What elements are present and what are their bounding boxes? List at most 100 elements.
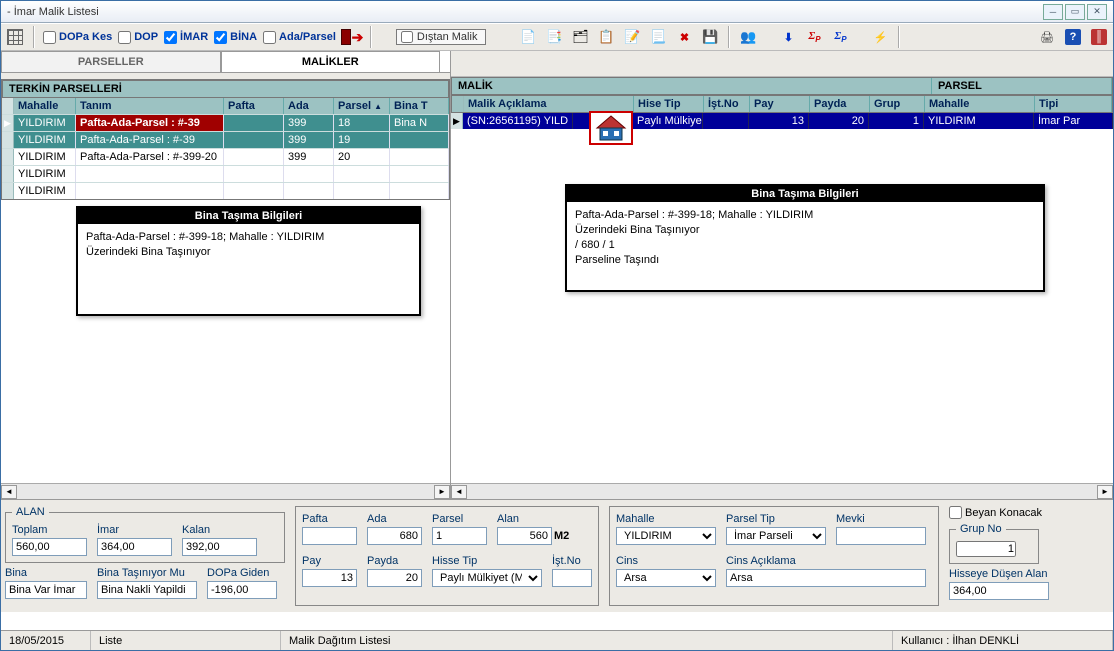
input-alan[interactable] [497,527,552,545]
input-istno[interactable] [552,569,592,587]
scroll-left-icon[interactable]: ◄ [451,485,467,499]
input-ada[interactable] [367,527,422,545]
right-grid-row[interactable]: ▶ (SN:26561195) YILD esi 3 Paylı Mülkiye… [451,113,1113,129]
tool-icon-3[interactable]: 🗂 [570,27,590,47]
rcol-hise-tip[interactable]: Hise Tip [634,96,704,112]
rcell-tipi: İmar Par [1034,113,1113,129]
tool-icon-5[interactable]: 📝 [622,27,642,47]
input-kalan[interactable] [182,538,257,556]
close-button[interactable]: ✕ [1087,4,1107,20]
label-m2: M2 [554,530,569,542]
chk-bina[interactable]: BİNA [214,31,257,44]
tooltip-line: Üzerindeki Bina Taşınıyor [86,245,411,260]
scroll-left-icon[interactable]: ◄ [1,485,17,499]
select-hissetip[interactable]: Paylı Mülkiyet (Mü [432,569,542,587]
label-parseltip: Parsel Tip [726,513,826,525]
chk-dopakes[interactable]: DOPa Kes [43,31,112,44]
col-tanim[interactable]: Tanım [76,98,224,114]
col-pafta[interactable]: Pafta [224,98,284,114]
right-grid-header: Malik Açıklama Hise Tip İşt.No Pay Payda… [451,95,1113,113]
select-mahalle[interactable]: YILDIRIM [616,527,716,545]
rcell-grup: 1 [869,113,924,129]
tab-malikler[interactable]: MALİKLER [221,51,441,73]
right-section-header: MALİK PARSEL [451,77,1113,95]
sigma-red-icon[interactable]: ΣP [804,27,824,47]
chk-dop[interactable]: DOP [118,31,158,44]
left-tabs: PARSELLER MALİKLER [1,51,450,73]
input-pay[interactable] [302,569,357,587]
select-parseltip[interactable]: İmar Parseli [726,527,826,545]
rcol-grup[interactable]: Grup [870,96,925,112]
col-binat[interactable]: Bina T [390,98,449,114]
label-hissetip: Hisse Tip [432,555,542,567]
input-pafta[interactable] [302,527,357,545]
down-arrow-icon[interactable]: ⬇ [778,27,798,47]
tool-icon-1[interactable]: 📄 [518,27,538,47]
table-row[interactable]: YILDIRIMPafta-Ada-Parsel : #-399-2039920 [2,148,449,165]
grid-view-icon[interactable] [5,27,25,47]
chk-imar[interactable]: İMAR [164,31,208,44]
print-icon[interactable]: 🖨 [1037,27,1057,47]
sigma-blue-icon[interactable]: ΣP [830,27,850,47]
distan-malik-button[interactable]: Dıştan Malik [396,29,487,45]
col-mahalle[interactable]: Mahalle [14,98,76,114]
label-payda: Payda [367,555,422,567]
select-cins[interactable]: Arsa [616,569,716,587]
input-parsel[interactable] [432,527,487,545]
rcol-ist-no[interactable]: İşt.No [704,96,750,112]
user-icon[interactable]: 👥 [738,27,758,47]
scroll-right-icon[interactable]: ► [434,485,450,499]
input-grup[interactable] [956,541,1016,557]
rcell-hise-tip: Paylı Mülkiye [633,113,703,129]
col-ada[interactable]: Ada [284,98,334,114]
tool-icon-6[interactable]: 📃 [648,27,668,47]
chk-beyan[interactable]: Beyan Konacak [949,506,1109,519]
minimize-button[interactable]: ─ [1043,4,1063,20]
table-row[interactable]: ▶YILDIRIMPafta-Ada-Parsel : #-3939918Bin… [2,114,449,131]
legend-alan: ALAN [12,506,49,518]
lightning-icon[interactable]: ⚡ [870,27,890,47]
input-binatas[interactable] [97,581,197,599]
scroll-right-icon[interactable]: ► [1097,485,1113,499]
col-parsel[interactable]: Parsel ▲ [334,98,390,114]
tool-icon-4[interactable]: 📋 [596,27,616,47]
label-bina: Bina [5,567,87,579]
input-payda[interactable] [367,569,422,587]
label-dopagiden: DOPa Giden [207,567,277,579]
tool-icon-2[interactable]: 📑 [544,27,564,47]
delete-icon[interactable]: ✖ [674,27,694,47]
tooltip-line: Parseline Taşındı [575,253,1035,268]
house-drag-icon[interactable] [589,111,633,145]
input-hisseye[interactable] [949,582,1049,600]
rcol-pay[interactable]: Pay [750,96,810,112]
left-grid-title: TERKİN PARSELLERİ [2,80,449,98]
rcol-mahalle[interactable]: Mahalle [925,96,1035,112]
input-imar[interactable] [97,538,172,556]
input-bina[interactable] [5,581,87,599]
tooltip-line: Pafta-Ada-Parsel : #-399-18; Mahalle : Y… [86,230,411,245]
stop-icon[interactable]: ║ [1089,27,1109,47]
table-row[interactable]: YILDIRIMPafta-Ada-Parsel : #-3939919 [2,131,449,148]
tab-parseller[interactable]: PARSELLER [1,51,221,73]
help-icon[interactable]: ? [1063,27,1083,47]
table-row[interactable]: YILDIRIM [2,165,449,182]
input-dopagiden[interactable] [207,581,277,599]
maximize-button[interactable]: ▭ [1065,4,1085,20]
exit-icon[interactable]: ➔ [342,27,362,47]
toolbar: DOPa Kes DOP İMAR BİNA Ada/Parsel ➔ Dışt… [1,23,1113,51]
titlebar: - İmar Malik Listesi ─ ▭ ✕ [1,1,1113,23]
fieldset-grup: Grup No [949,523,1039,564]
right-hscroll[interactable]: ◄ ► [451,483,1113,499]
input-cinsacik[interactable] [726,569,926,587]
input-mevki[interactable] [836,527,926,545]
rcol-malik-aciklama[interactable]: Malik Açıklama [464,96,634,112]
rcol-tipi[interactable]: Tipi [1035,96,1112,112]
chk-adaparsel[interactable]: Ada/Parsel [263,31,336,44]
save-icon[interactable]: 💾 [700,27,720,47]
right-tooltip: Bina Taşıma Bilgileri Pafta-Ada-Parsel :… [565,184,1045,292]
label-imar: İmar [97,524,172,536]
left-hscroll[interactable]: ◄ ► [1,483,450,499]
rcol-payda[interactable]: Payda [810,96,870,112]
table-row[interactable]: YILDIRIM [2,182,449,199]
input-toplam[interactable] [12,538,87,556]
